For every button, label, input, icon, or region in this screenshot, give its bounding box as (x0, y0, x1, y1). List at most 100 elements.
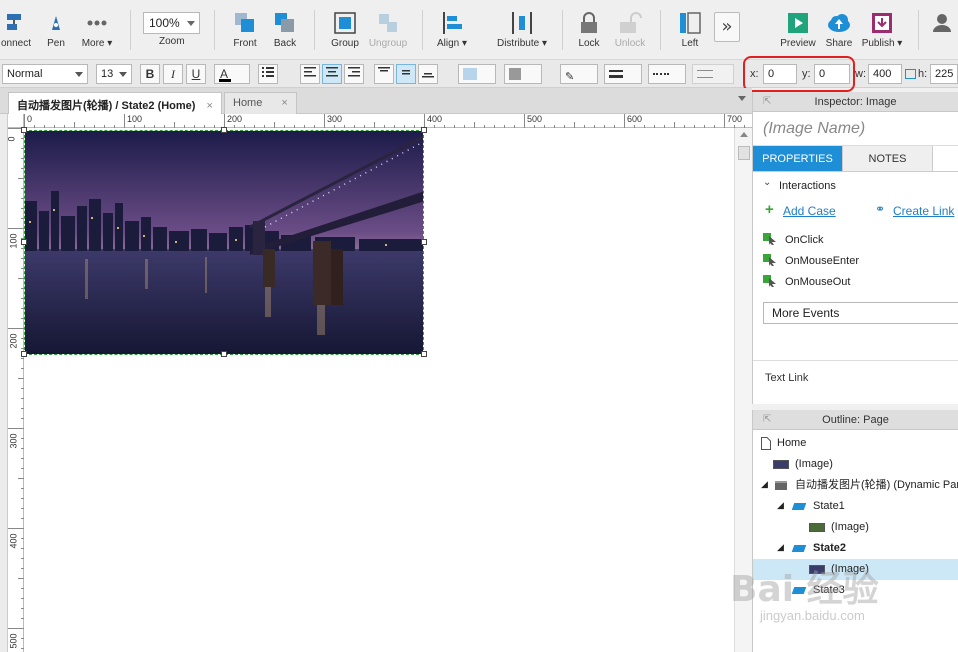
outline-item-state1-image[interactable]: (Image) (753, 517, 958, 538)
state-icon (791, 503, 807, 510)
inspector-tabs: PROPERTIES NOTES (753, 146, 958, 172)
chevron-down-icon (75, 72, 83, 77)
back-button[interactable]: Back (270, 6, 300, 54)
resize-handle[interactable] (221, 351, 227, 357)
toolbar-divider (130, 10, 131, 50)
resize-handle[interactable] (21, 127, 27, 133)
resize-handle[interactable] (421, 351, 427, 357)
resize-handle[interactable] (21, 239, 27, 245)
pen-label: Pen (47, 38, 65, 49)
style-select[interactable]: Normal (2, 64, 88, 84)
link-icon: ⚭ (875, 202, 886, 216)
align-center-button[interactable] (322, 64, 342, 84)
distribute-button[interactable]: Distribute ▾ (496, 6, 548, 54)
connect-button[interactable]: onnect (0, 6, 32, 54)
align-right-icon (348, 67, 360, 77)
more-dots-icon (84, 10, 110, 36)
toolbar-overflow-button[interactable]: » (714, 12, 740, 42)
ruler-tick-label: 200 (8, 333, 19, 349)
zoom-select[interactable]: 100% (143, 12, 200, 34)
event-onmouseout[interactable]: OnMouseOut (763, 275, 851, 288)
front-button[interactable]: Front (230, 6, 260, 54)
outline-header: ⇱ Outline: Page (753, 410, 958, 430)
italic-button[interactable]: I (163, 64, 183, 84)
create-link-link[interactable]: Create Link (893, 204, 954, 218)
pen-button[interactable]: Pen (42, 6, 70, 54)
image-widget[interactable] (24, 130, 424, 355)
more-button[interactable]: More ▾ (80, 6, 114, 54)
line-style-icon (653, 73, 669, 75)
tab-notes[interactable]: NOTES (843, 146, 933, 171)
ungroup-button[interactable]: Ungroup (368, 6, 408, 54)
horizontal-ruler: 0 100 200 300 400 500 600 700 (24, 114, 752, 128)
outline-item-image[interactable]: (Image) (753, 454, 958, 475)
valign-middle-icon (402, 70, 410, 75)
tab-properties[interactable]: PROPERTIES (753, 146, 843, 171)
event-onmouseenter[interactable]: OnMouseEnter (763, 254, 859, 267)
close-icon[interactable]: × (207, 100, 213, 112)
unlock-button[interactable]: Unlock (614, 6, 646, 54)
image-name-input[interactable]: (Image Name) (753, 112, 958, 146)
group-button[interactable]: Group (330, 6, 360, 54)
pin-icon[interactable]: ⇱ (763, 92, 771, 112)
tab-dynamic-panel-state2[interactable]: 自动播发图片(轮播) / State2 (Home) × (8, 92, 222, 114)
ruler-tick-label: 100 (127, 114, 143, 124)
scroll-thumb[interactable] (738, 146, 750, 160)
fill-color-button[interactable] (458, 64, 496, 84)
bullet-list-button[interactable] (258, 64, 278, 84)
interactions-section: ⌄ Interactions + Add Case ⚭ Create Link … (753, 172, 958, 332)
underline-button[interactable]: U (186, 64, 206, 84)
outline-item-dynamic-panel[interactable]: ◢ 自动播发图片(轮播) (Dynamic Panel) (753, 475, 958, 496)
lock-ratio-icon[interactable] (905, 69, 916, 79)
left-panel-button[interactable]: Left (676, 6, 704, 54)
lock-button[interactable]: Lock (576, 6, 602, 54)
add-case-link[interactable]: Add Case (783, 204, 836, 218)
share-button[interactable]: Share (824, 6, 854, 54)
w-input[interactable]: 400 (868, 64, 902, 84)
distribute-label: Distribute ▾ (496, 38, 548, 49)
collapse-icon[interactable]: ◢ (761, 475, 768, 496)
valign-top-button[interactable] (374, 64, 394, 84)
outline-item-home[interactable]: Home (753, 433, 958, 454)
event-label: OnMouseOut (785, 276, 851, 288)
left-panel-collapsed[interactable] (0, 114, 8, 652)
line-width-button[interactable] (604, 64, 642, 84)
pin-icon[interactable]: ⇱ (763, 410, 771, 430)
collapse-icon[interactable]: ◢ (777, 496, 784, 517)
align-right-button[interactable] (344, 64, 364, 84)
tab-label: Home (233, 97, 263, 109)
resize-handle[interactable] (221, 127, 227, 133)
close-icon[interactable]: × (281, 97, 287, 109)
valign-middle-button[interactable] (396, 64, 416, 84)
resize-handle[interactable] (21, 351, 27, 357)
ruler-tick-label: 200 (227, 114, 243, 124)
outline-item-state1[interactable]: ◢ State1 (753, 496, 958, 517)
shadow-button[interactable] (504, 64, 542, 84)
text-link-section[interactable]: Text Link (765, 372, 808, 384)
align-button[interactable]: Align ▾ (436, 6, 468, 54)
ungroup-label: Ungroup (368, 38, 408, 49)
chevron-down-icon[interactable] (738, 96, 746, 101)
align-left-button[interactable] (300, 64, 320, 84)
unlock-icon (617, 10, 643, 36)
resize-handle[interactable] (421, 127, 427, 133)
resize-handle[interactable] (421, 239, 427, 245)
scroll-up-icon[interactable] (740, 132, 748, 137)
tab-home[interactable]: Home × (224, 92, 297, 114)
chevron-down-icon[interactable]: ⌄ (763, 177, 771, 188)
connect-icon (3, 10, 29, 36)
font-size-select[interactable]: 13 (96, 64, 132, 84)
line-color-button[interactable]: ✎ (560, 64, 598, 84)
publish-button[interactable]: Publish ▾ (862, 6, 902, 54)
more-events-select[interactable]: More Events (763, 302, 958, 324)
preview-button[interactable]: Preview (780, 6, 816, 54)
bold-button[interactable]: B (140, 64, 160, 84)
event-onclick[interactable]: OnClick (763, 233, 824, 246)
valign-bottom-button[interactable] (418, 64, 438, 84)
font-color-button[interactable]: A (214, 64, 250, 84)
h-input[interactable]: 225 (930, 64, 958, 84)
account-button[interactable] (930, 6, 954, 54)
city-bridge-image (25, 131, 423, 354)
outline-item-state2[interactable]: ◢ State2 (753, 538, 958, 559)
collapse-icon[interactable]: ◢ (777, 538, 784, 559)
